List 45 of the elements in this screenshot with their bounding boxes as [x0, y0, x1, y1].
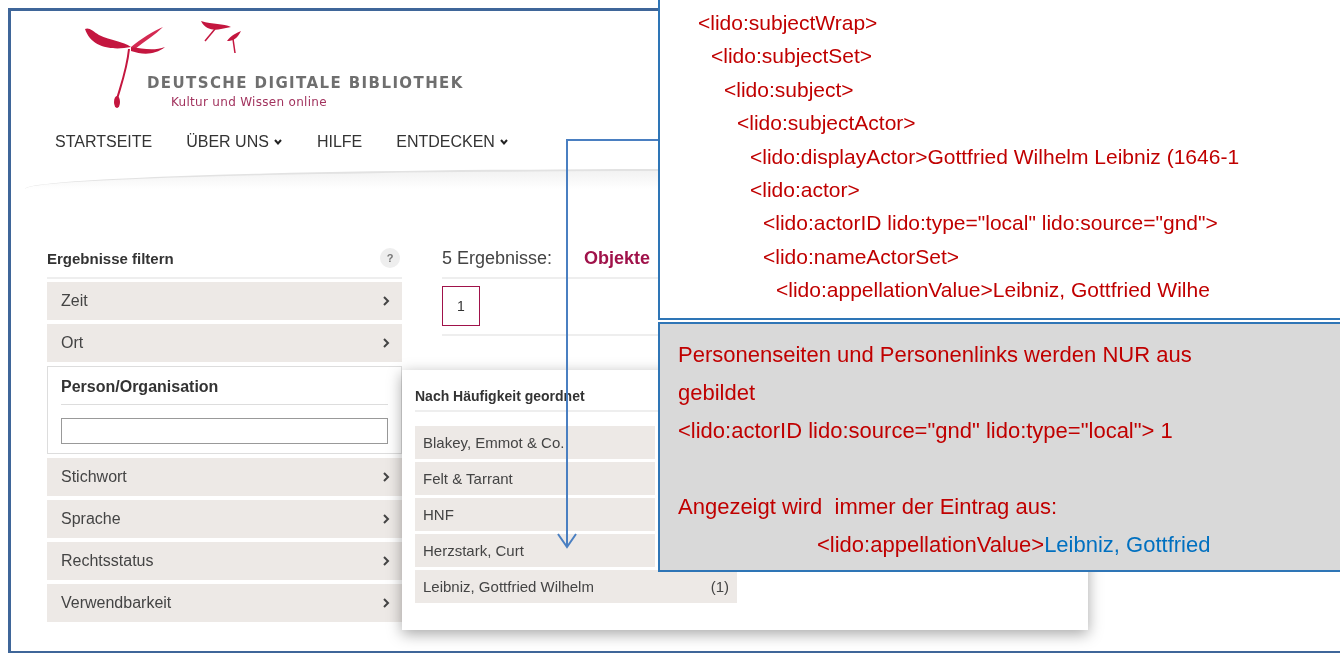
site-tagline: Kultur und Wissen online [171, 95, 328, 109]
filter-row[interactable]: Ort [47, 324, 402, 362]
nav-link[interactable]: ÜBER UNS [186, 133, 283, 151]
note-text: gebildet [678, 379, 756, 407]
code-line: <lido:subjectWrap> [698, 10, 878, 36]
person-entry[interactable]: HNF [415, 498, 655, 531]
filter-row[interactable]: Verwendbarkeit [47, 584, 402, 622]
nav-link[interactable]: HILFE [316, 133, 363, 151]
filter-heading: Ergebnisse filtern [47, 249, 174, 267]
entry-count: (1) [710, 578, 729, 595]
filter-row[interactable]: Rechtsstatus [47, 542, 402, 580]
site-title: DEUTSCHE DIGITALE BIBLIOTHEK [147, 74, 464, 92]
note-text: <lido:appellationValue>Leibniz, Gottfried [817, 531, 1211, 559]
code-line: <lido:actorID lido:type="local" lido:source="gnd"> [762, 210, 1218, 237]
filter-row[interactable]: Zeit [47, 282, 402, 320]
result-count: 5 Ergebnisse: [442, 247, 553, 269]
results-tab[interactable]: Objekte [584, 247, 651, 269]
code-line: <lido:subjectSet> [710, 43, 873, 70]
code-line: <lido:displayActor>Gottfried Wilhelm Leibniz (1646-1 [749, 143, 1240, 170]
note-text: Angezeigt wird immer der Eintrag aus: [678, 493, 1058, 521]
page-button[interactable]: 1 [442, 286, 480, 326]
filter-row[interactable]: Sprache [47, 500, 402, 538]
filter-row[interactable]: Stichwort [47, 458, 402, 496]
code-line: <lido:nameActorSet> [762, 243, 960, 270]
note-text: <lido:actorID lido:source="gnd" lido:type="local"> 1 [678, 417, 1173, 445]
help-button[interactable]: ? [380, 248, 400, 268]
chevron-right-icon [382, 513, 390, 525]
code-line: <lido:subjectActor> [736, 110, 916, 137]
filter-panel-title: Person/Organisation [61, 375, 388, 405]
nav-link[interactable]: STARTSEITE [55, 133, 153, 151]
code-line: <lido:subject> [723, 76, 854, 103]
nav-link[interactable]: ENTDECKEN [396, 133, 509, 151]
code-line: <lido:appellationValue>Leibniz, Gottfried Wilhe [775, 277, 1210, 304]
chevron-right-icon [382, 555, 390, 567]
person-entry[interactable]: Blakey, Emmot & Co. [415, 426, 655, 459]
person-entry[interactable]: Herzstark, Curt [415, 534, 655, 567]
person-entry[interactable]: Leibniz, Gottfried Wilhelm (1) [415, 570, 737, 603]
chevron-right-icon [382, 597, 390, 609]
person-entry[interactable]: Felt & Tarrant [415, 462, 655, 495]
note-text: Personenseiten und Personenlinks werden NUR aus [678, 341, 1192, 369]
chevron-right-icon [382, 295, 390, 307]
chevron-right-icon [382, 471, 390, 483]
code-line: <lido:actor> [749, 177, 860, 204]
chevron-right-icon [382, 337, 390, 349]
input-field[interactable] [61, 418, 388, 444]
